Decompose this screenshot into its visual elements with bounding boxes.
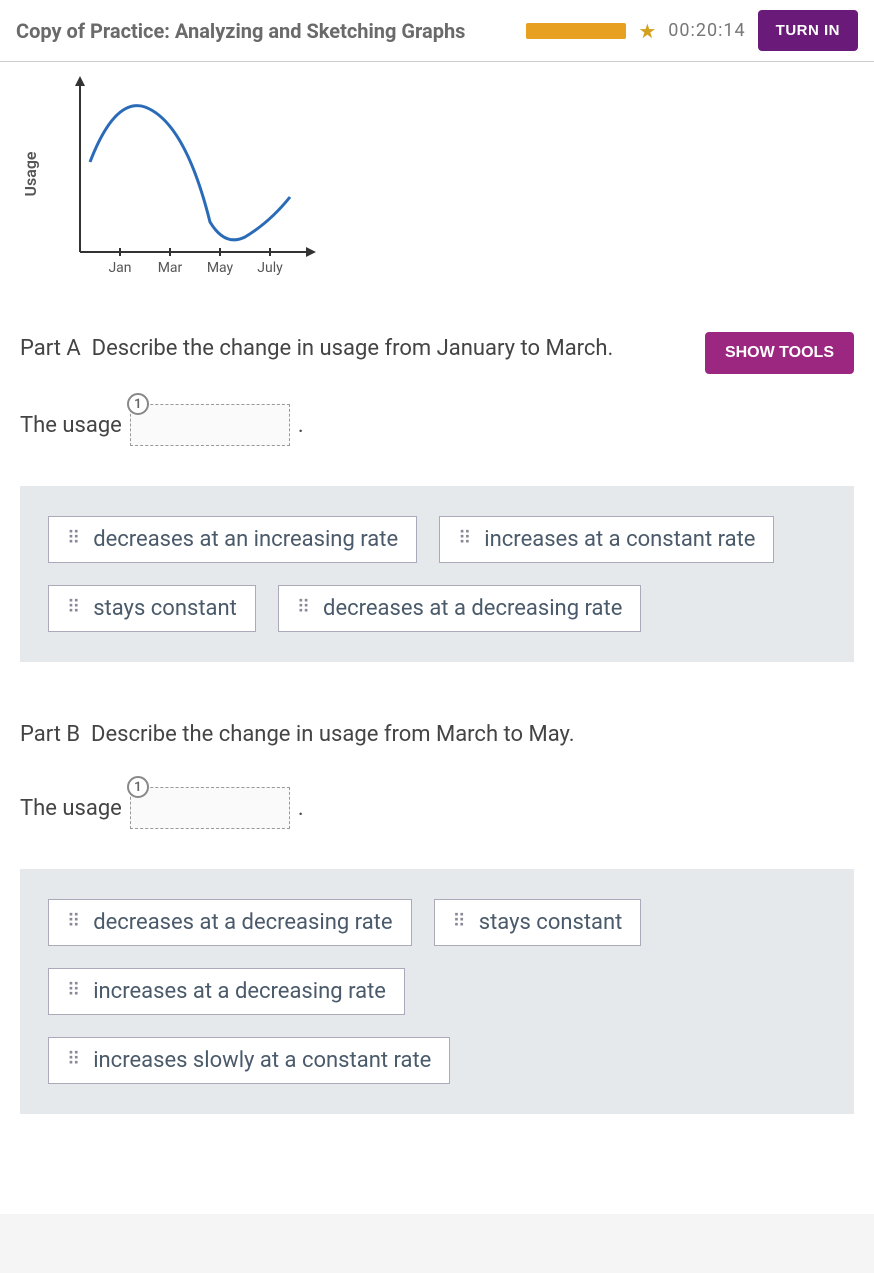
x-tick-jan: Jan — [108, 260, 131, 276]
x-tick-may: May — [207, 260, 234, 276]
part-a-label: Part A — [20, 336, 81, 361]
drag-handle-icon — [67, 534, 81, 545]
x-tick-mar: Mar — [158, 260, 183, 276]
usage-curve — [90, 106, 290, 240]
option-chip[interactable]: increases at a decreasing rate — [48, 968, 405, 1015]
y-axis-label: Usage — [21, 151, 40, 196]
drag-handle-icon — [67, 1055, 81, 1066]
option-chip[interactable]: decreases at an increasing rate — [48, 516, 417, 563]
option-label: decreases at a decreasing rate — [323, 596, 622, 621]
star-icon: ★ — [638, 19, 656, 43]
option-chip[interactable]: stays constant — [48, 585, 256, 632]
part-b-options: decreases at a decreasing rate stays con… — [20, 869, 854, 1114]
drag-handle-icon — [297, 603, 311, 614]
progress-bar — [526, 23, 626, 39]
drag-handle-icon — [453, 917, 467, 928]
option-label: stays constant — [479, 910, 623, 935]
part-a-prefix: The usage — [20, 413, 122, 438]
option-chip[interactable]: decreases at a decreasing rate — [48, 899, 412, 946]
option-label: stays constant — [93, 596, 237, 621]
part-a-drop-target[interactable]: 1 — [130, 404, 290, 446]
option-chip[interactable]: stays constant — [434, 899, 642, 946]
drop-badge: 1 — [127, 776, 149, 798]
option-chip[interactable]: increases at a constant rate — [439, 516, 774, 563]
option-chip[interactable]: decreases at a decreasing rate — [278, 585, 642, 632]
part-a-prompt: Part A Describe the change in usage from… — [20, 332, 613, 365]
drop-badge: 1 — [127, 393, 149, 415]
header: Copy of Practice: Analyzing and Sketchin… — [0, 0, 874, 62]
drag-handle-icon — [67, 917, 81, 928]
part-b-drop-target[interactable]: 1 — [130, 787, 290, 829]
part-a-prompt-text: Describe the change in usage from Januar… — [92, 336, 614, 361]
option-label: increases slowly at a constant rate — [93, 1048, 431, 1073]
part-b-suffix: . — [298, 796, 304, 821]
part-b-prefix: The usage — [20, 796, 122, 821]
show-tools-button[interactable]: SHOW TOOLS — [705, 332, 854, 374]
graph-area: Usage Jan Mar May July — [20, 62, 854, 312]
usage-graph: Jan Mar May July — [60, 72, 320, 292]
part-a-row: Part A Describe the change in usage from… — [20, 332, 854, 374]
option-label: increases at a constant rate — [484, 527, 755, 552]
option-chip[interactable]: increases slowly at a constant rate — [48, 1037, 450, 1084]
part-b-prompt-text: Describe the change in usage from March … — [91, 722, 575, 747]
option-label: decreases at a decreasing rate — [93, 910, 392, 935]
part-a-suffix: . — [298, 413, 304, 438]
drag-handle-icon — [458, 534, 472, 545]
part-b-sentence: The usage 1 . — [20, 787, 854, 829]
part-b-prompt: Part B Describe the change in usage from… — [20, 722, 854, 747]
option-label: increases at a decreasing rate — [93, 979, 386, 1004]
part-a-options: decreases at an increasing rate increase… — [20, 486, 854, 662]
option-label: decreases at an increasing rate — [93, 527, 398, 552]
part-a-sentence: The usage 1 . — [20, 404, 854, 446]
content: Usage Jan Mar May July Part A Describe t… — [0, 62, 874, 1214]
page-title: Copy of Practice: Analyzing and Sketchin… — [16, 19, 514, 43]
x-tick-july: July — [257, 260, 283, 276]
drag-handle-icon — [67, 986, 81, 997]
drag-handle-icon — [67, 603, 81, 614]
turn-in-button[interactable]: TURN IN — [758, 10, 858, 51]
part-b-label: Part B — [20, 722, 80, 747]
timer: 00:20:14 — [668, 20, 745, 41]
